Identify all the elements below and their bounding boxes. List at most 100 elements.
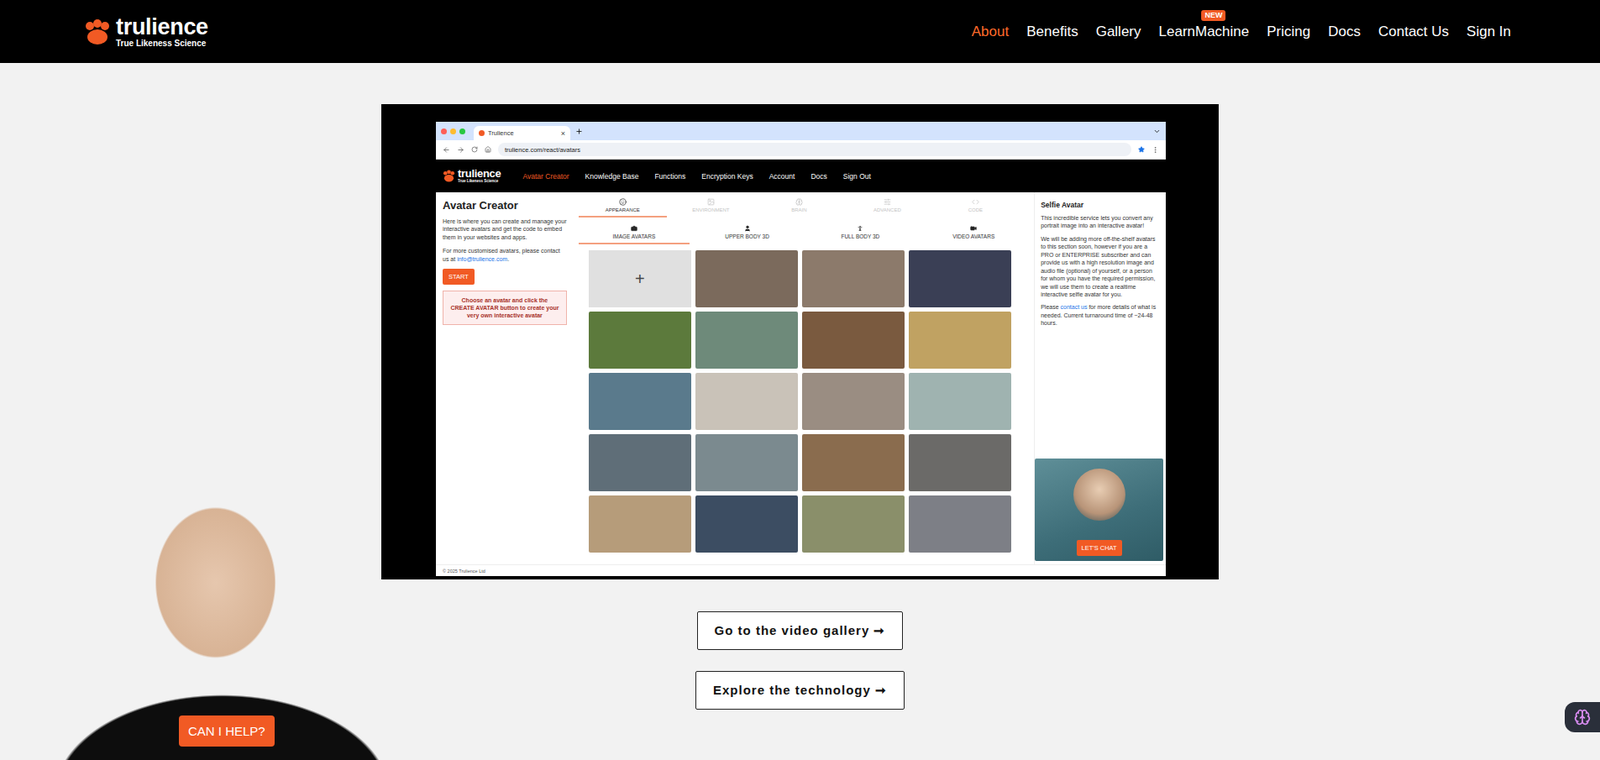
avatar-photo[interactable] — [908, 250, 1012, 308]
info-paragraph: We will be adding more off-the-shelf ava… — [1040, 235, 1160, 300]
menu-icon[interactable] — [1151, 146, 1160, 154]
nav-link[interactable]: Benefits — [1026, 20, 1078, 44]
app-nav-item[interactable]: Encryption Keys — [701, 172, 753, 181]
avatar-photo[interactable] — [908, 434, 1012, 492]
logo-text: trulienceTrue Likeness Science — [457, 167, 501, 184]
creator-sidebar: Avatar CreatorHere is where you can crea… — [435, 192, 574, 565]
logo-name: trulience — [457, 167, 501, 179]
sub-tab[interactable]: VIDEO AVATARS — [918, 222, 1029, 245]
top-tab[interactable]: CODE — [931, 195, 1020, 218]
sub-tab[interactable]: IMAGE AVATARS — [578, 222, 690, 245]
assistant-avatar: CAN I HELP? — [56, 464, 389, 760]
nav-link[interactable]: Contact Us — [1378, 20, 1449, 44]
maximize-dot[interactable] — [459, 128, 466, 135]
browser-tab-bar: Trulience× — [435, 121, 1166, 141]
app-nav-item[interactable]: Knowledge Base — [585, 172, 640, 181]
lets-chat-button[interactable]: LET'S CHAT — [1076, 540, 1123, 557]
nav-link[interactable]: Sign In — [1466, 20, 1511, 44]
top-tabs: APPEARANCEENVIRONMENTBRAINADVANCEDCODE — [573, 195, 1034, 218]
avatar-photo[interactable] — [588, 372, 692, 431]
nav-link[interactable]: About — [971, 20, 1009, 44]
tab-icon — [971, 198, 980, 206]
contact-link[interactable]: contact us — [1060, 304, 1088, 310]
tab-icon — [619, 198, 627, 206]
info-panel: Selfie AvatarThis incredible service let… — [1033, 192, 1166, 565]
top-tab[interactable]: ADVANCED — [843, 195, 932, 218]
minimize-dot[interactable] — [450, 128, 457, 135]
tab-close[interactable]: × — [561, 129, 566, 138]
notice-box: Choose an avatar and click the CREATE AV… — [442, 290, 567, 326]
avatar-photo[interactable] — [802, 434, 905, 492]
avatar-photo[interactable] — [695, 250, 798, 308]
close-dot[interactable] — [440, 128, 447, 135]
sub-tab[interactable]: FULL BODY 3D — [804, 222, 916, 245]
link-button[interactable]: Go to the video gallery ➞ — [697, 611, 904, 651]
avatar-photo[interactable] — [908, 311, 1012, 369]
nav-link[interactable]: Pricing — [1266, 20, 1311, 44]
tab-title: Trulience — [487, 129, 558, 137]
new-tab-icon[interactable] — [575, 127, 583, 136]
forward-icon[interactable] — [456, 146, 465, 154]
help-button[interactable]: CAN I HELP? — [178, 715, 275, 747]
favicon-icon — [478, 130, 485, 137]
avatar-photo[interactable] — [802, 372, 905, 431]
top-tab[interactable]: APPEARANCE — [578, 195, 667, 218]
avatar-photo[interactable] — [695, 434, 798, 492]
avatar-photo[interactable] — [695, 311, 798, 369]
window-controls — [440, 128, 466, 135]
app-nav-item[interactable]: Account — [769, 172, 796, 181]
top-tab[interactable]: BRAIN — [755, 195, 844, 218]
url-field[interactable]: trulience.com/react/avatars — [498, 142, 1132, 157]
start-button[interactable]: START — [442, 268, 475, 285]
nav-link[interactable]: Gallery — [1096, 20, 1142, 44]
avatar-photo[interactable] — [908, 495, 1012, 553]
email-link[interactable]: info@trulience.com — [456, 256, 508, 263]
avatar-photo[interactable] — [802, 311, 905, 369]
sub-tab-icon — [970, 225, 977, 232]
avatar-preview: LET'S CHAT — [1034, 458, 1164, 562]
main-nav: About Benefits Gallery LearnMachineNEW Prici… — [971, 20, 1511, 44]
app-nav-item[interactable]: Avatar Creator — [522, 172, 569, 181]
tab-icon — [707, 198, 715, 206]
logo-icon — [442, 169, 456, 183]
tab-icon — [883, 198, 892, 206]
chevron-down-icon[interactable] — [1153, 127, 1161, 136]
avatar-photo[interactable] — [588, 434, 692, 492]
video-player[interactable]: Trulience×trulience.com/react/avatarstru… — [381, 104, 1219, 580]
link-button[interactable]: Explore the technology ➞ — [695, 671, 905, 710]
top-tab[interactable]: ENVIRONMENT — [666, 195, 756, 218]
sidebar-description: Here is where you can create and manage … — [442, 217, 567, 242]
add-avatar-cell[interactable]: + — [588, 250, 692, 308]
app-nav-item[interactable]: Docs — [810, 172, 827, 181]
back-icon[interactable] — [442, 146, 451, 154]
logo-tagline: True Likeness Science — [115, 39, 209, 48]
app-nav-items: Avatar Creator Knowledge Base Functions Enc… — [522, 172, 871, 181]
app-content: Avatar CreatorHere is where you can crea… — [435, 192, 1166, 565]
logo[interactable]: trulienceTrue Likeness Science — [83, 15, 209, 48]
avatar-photo[interactable] — [802, 495, 905, 553]
avatar-photo[interactable] — [802, 250, 905, 308]
info-paragraph: Please contact us for more details of wh… — [1040, 303, 1160, 327]
info-text: Selfie AvatarThis incredible service let… — [1034, 192, 1166, 336]
avatar-panel: APPEARANCEENVIRONMENTBRAINADVANCEDCODE IM… — [573, 192, 1034, 565]
nav-link[interactable]: LearnMachineNEW — [1159, 20, 1250, 44]
nav-link[interactable]: Docs — [1327, 20, 1361, 44]
info-title: Selfie Avatar — [1040, 200, 1160, 210]
avatar-photo[interactable] — [588, 495, 692, 553]
star-icon[interactable] — [1138, 146, 1145, 153]
home-icon[interactable] — [484, 146, 492, 153]
sub-tab-icon — [630, 225, 638, 232]
app-nav-item[interactable]: Sign Out — [843, 172, 871, 181]
app-nav-item[interactable]: Functions — [654, 172, 686, 181]
avatar-photo[interactable] — [908, 372, 1012, 431]
reload-icon[interactable] — [471, 146, 478, 153]
brain-widget[interactable] — [1564, 702, 1600, 733]
browser-window: Trulience×trulience.com/react/avatarstru… — [435, 121, 1166, 577]
avatar-photo[interactable] — [695, 372, 798, 431]
browser-tab[interactable]: Trulience× — [473, 125, 571, 141]
logo[interactable]: trulienceTrue Likeness Science — [442, 167, 501, 184]
avatar-grid: + — [573, 250, 1034, 553]
avatar-photo[interactable] — [588, 311, 692, 369]
avatar-photo[interactable] — [695, 495, 798, 553]
sub-tab[interactable]: UPPER BODY 3D — [692, 222, 803, 245]
